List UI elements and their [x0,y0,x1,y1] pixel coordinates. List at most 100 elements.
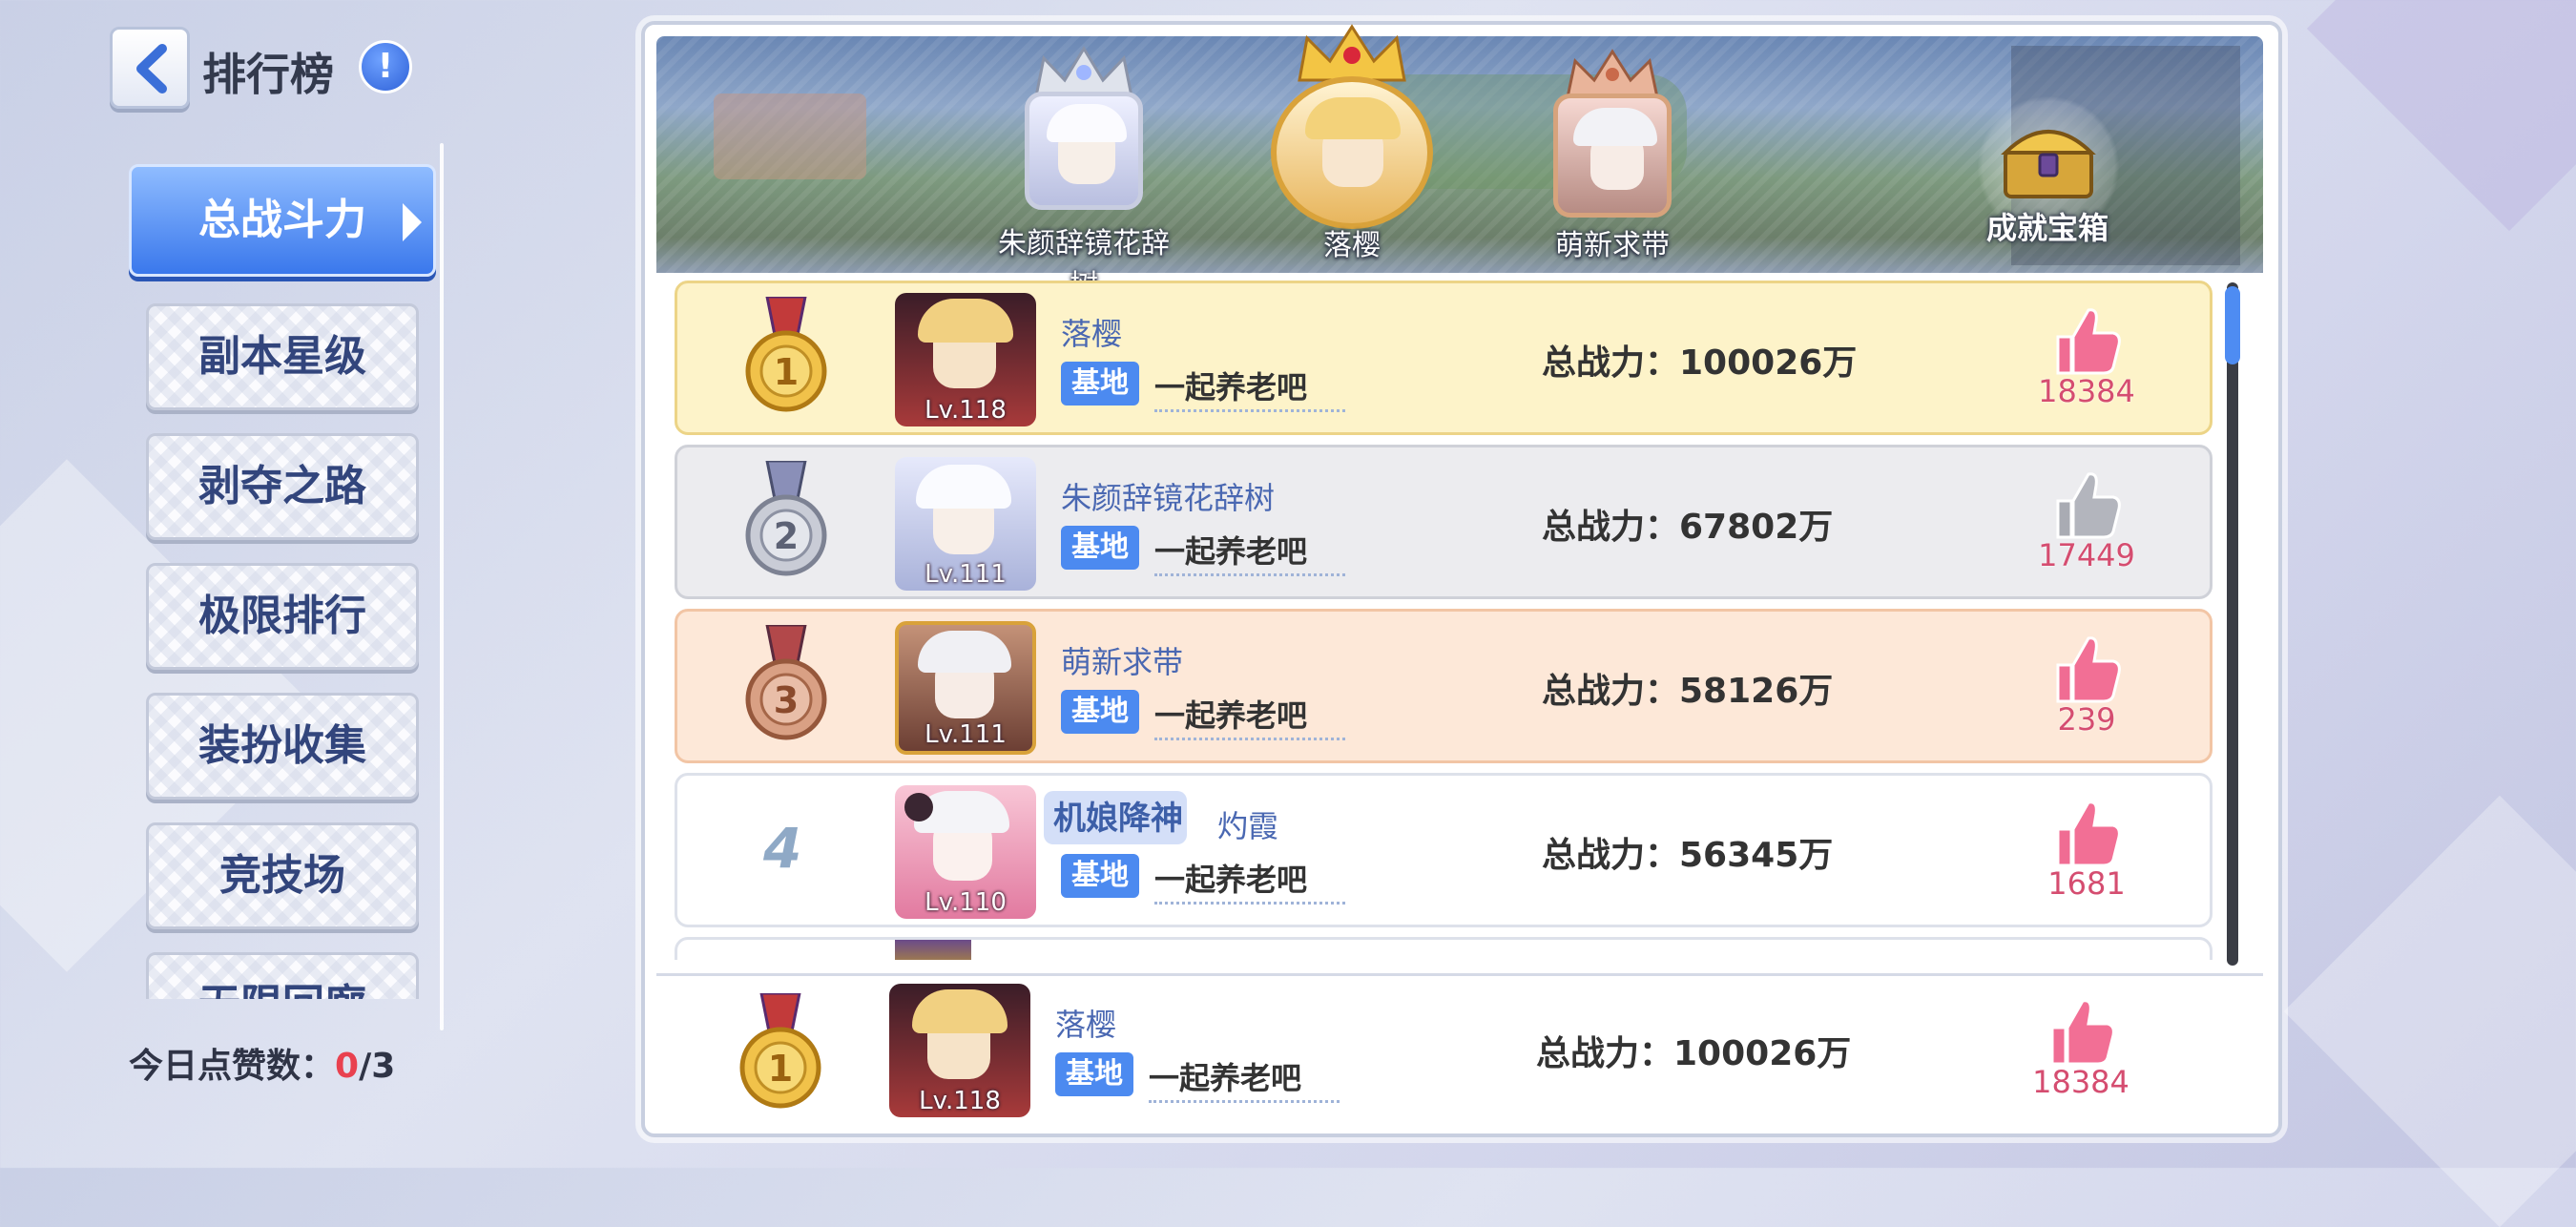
total-power: 总战力：56345万 [1542,836,1834,875]
avatar-first [1271,76,1433,229]
nav-item-costume-collection[interactable]: 装扮收集 [146,693,419,800]
avatar-third [1553,94,1672,218]
like-button[interactable]: 17449 [2034,470,2139,573]
player-name: 萌新求带 [1061,644,1184,680]
total-power: 总战力：67802万 [1542,508,1834,547]
nav-item-plunder-road[interactable]: 剥夺之路 [146,433,419,540]
rank-number: 4 [763,816,802,881]
ranking-row[interactable] [675,937,2212,960]
guild-logo-text: 机娘降神 [1053,800,1183,838]
total-power: 总战力：100026万 [1542,343,1858,383]
ranking-row[interactable]: 2 Lv.111 朱颜辞镜花辞树 基地 一起养老吧 总战力：67802万 174… [675,445,2212,599]
like-count: 18384 [2038,373,2135,409]
like-button[interactable]: 1681 [2034,799,2139,902]
list-scrollbar[interactable] [2227,282,2238,966]
avatar[interactable]: Lv.111 [895,457,1036,591]
nav-item-infinite-corridor[interactable]: 无限回廊 [146,952,419,999]
ranking-list[interactable]: 1 Lv.118 落樱 基地 一起养老吧 总战力：100026万 18384 2 [672,281,2219,960]
avatar[interactable]: Lv.111 [895,621,1036,755]
background-diamond [2306,0,2576,232]
like-count: 239 [2057,701,2116,738]
thumbs-up-icon [2056,472,2121,539]
likes-today-label: 今日点赞数： [129,1047,336,1086]
thumbs-up-icon [2056,801,2121,867]
nav-item-label: 剥夺之路 [198,462,366,510]
chevron-right-icon [403,203,422,241]
guild-name[interactable]: 一起养老吧 [1154,856,1345,905]
like-count: 18384 [2032,1064,2129,1100]
total-power: 总战力：58126万 [1542,672,1834,711]
podium-first-name: 落樱 [1323,229,1381,262]
like-count: 17449 [2038,537,2135,573]
avatar[interactable]: Lv.118 [889,984,1030,1117]
player-level: Lv.118 [924,396,1007,425]
silver-medal-icon: 2 [745,461,827,576]
like-button[interactable]: 239 [2034,634,2139,738]
podium-third-name: 萌新求带 [1555,229,1670,262]
guild-name[interactable]: 一起养老吧 [1154,692,1345,740]
list-scroll-thumb[interactable] [2225,286,2240,364]
background-diamond [2283,795,2576,1227]
medal-rank: 2 [774,515,799,557]
like-button[interactable]: 18384 [2034,306,2139,409]
nav-item-extreme-ranking[interactable]: 极限排行 [146,563,419,670]
guild-name[interactable]: 一起养老吧 [1154,364,1345,412]
player-level: Lv.110 [924,888,1007,917]
info-button[interactable]: ! [359,40,412,94]
base-tag: 基地 [1061,854,1139,898]
player-name: 落樱 [1055,1007,1117,1043]
own-ranking-row[interactable]: 1 Lv.118 落樱 基地 一起养老吧 总战力：100026万 18384 [656,973,2263,1129]
likes-used-count: 0 [335,1047,360,1086]
treasure-chest-icon [2001,130,2096,198]
total-power: 总战力：100026万 [1536,1034,1852,1073]
player-name: 落樱 [1061,316,1123,352]
guild-name[interactable]: 一起养老吧 [1154,528,1345,576]
player-name: 朱颜辞镜花辞树 [1061,480,1276,516]
bronze-medal-icon: 3 [745,625,827,740]
thumbs-up-icon [2056,308,2121,375]
thumbs-up-icon [2050,999,2115,1066]
gold-medal-icon: 1 [745,297,827,412]
category-nav: 总战斗力 副本星级 剥夺之路 极限排行 装扮收集 竞技场 无限回廊 [129,164,444,999]
chevron-left-icon [136,44,167,94]
back-button[interactable] [110,27,190,109]
player-name: 灼霞 [1217,808,1279,844]
base-tag: 基地 [1055,1052,1133,1096]
gold-medal-icon: 1 [739,993,821,1109]
medal-rank: 1 [768,1048,793,1090]
likes-today: 今日点赞数：0/3 [129,1038,395,1088]
like-count: 1681 [2047,865,2126,902]
nav-item-label: 装扮收集 [198,721,366,770]
likes-total: /3 [359,1047,396,1086]
player-level: Lv.111 [924,720,1007,749]
nav-item-total-power[interactable]: 总战斗力 [129,164,436,277]
ranking-row[interactable]: 4 Lv.110 机娘降神 灼霞 基地 一起养老吧 总战力：56345万 168… [675,773,2212,927]
medal-rank: 3 [774,679,799,721]
avatar[interactable]: Lv.118 [895,293,1036,426]
page-title: 排行榜 [202,49,334,100]
base-tag: 基地 [1061,526,1139,570]
base-tag: 基地 [1061,362,1139,406]
thumbs-up-icon [2056,636,2121,703]
like-button[interactable]: 18384 [2028,997,2133,1100]
podium-first[interactable]: 落樱 [1242,23,1462,262]
nav-item-label: 极限排行 [198,592,366,640]
medal-rank: 1 [774,351,799,393]
ranking-row[interactable]: 3 Lv.111 萌新求带 基地 一起养老吧 总战力：58126万 239 [675,609,2212,763]
avatar-second [1025,92,1143,210]
nav-item-label: 总战斗力 [198,196,366,244]
nav-item-arena[interactable]: 竞技场 [146,822,419,929]
player-level: Lv.111 [924,560,1007,589]
podium-third[interactable]: 萌新求带 [1517,42,1708,262]
podium-second[interactable]: 朱颜辞镜花辞树 [988,38,1179,302]
achievement-chest-label: 成就宝箱 [1985,210,2109,246]
ranking-row[interactable]: 1 Lv.118 落樱 基地 一起养老吧 总战力：100026万 18384 [675,281,2212,435]
base-tag: 基地 [1061,690,1139,734]
guild-name[interactable]: 一起养老吧 [1149,1054,1340,1103]
exclamation-icon: ! [377,47,394,86]
nav-item-label: 无限回廊 [198,981,366,999]
nav-item-label: 竞技场 [219,851,345,900]
player-level: Lv.118 [919,1087,1001,1115]
nav-item-dungeon-stars[interactable]: 副本星级 [146,303,419,410]
avatar[interactable]: Lv.110 [895,785,1036,919]
